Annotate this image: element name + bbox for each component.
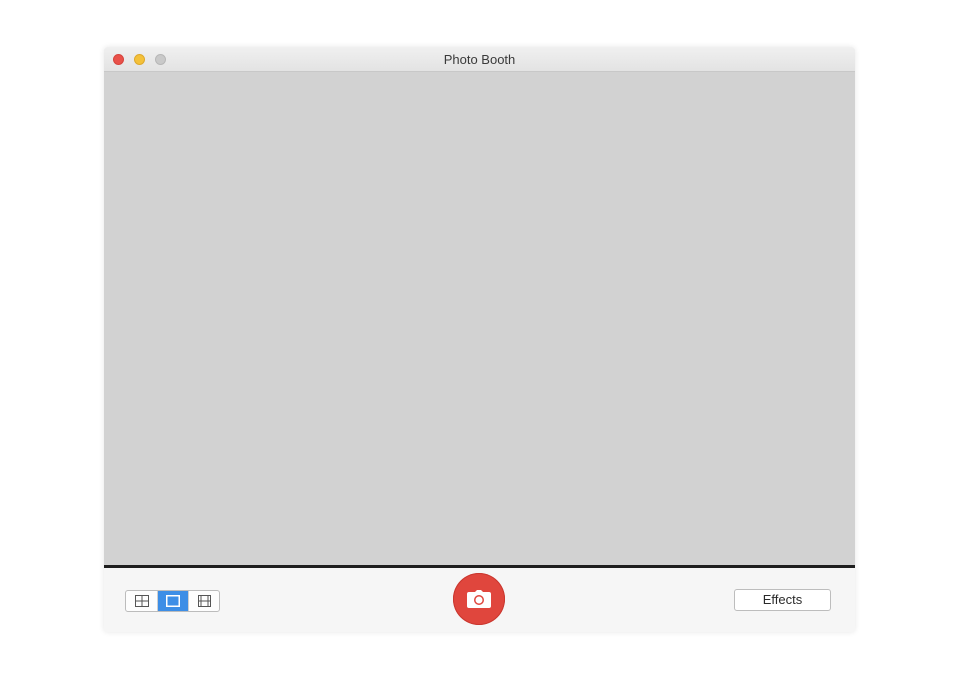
close-button[interactable] xyxy=(113,54,124,65)
photo-booth-window: Photo Booth Effects xyxy=(104,47,855,632)
single-frame-icon xyxy=(166,595,180,607)
film-strip-icon xyxy=(197,595,211,607)
effects-button[interactable]: Effects xyxy=(734,589,831,611)
video-mode-button[interactable] xyxy=(188,591,219,611)
grid-icon xyxy=(134,595,149,607)
camera-preview xyxy=(104,72,855,565)
title-bar[interactable]: Photo Booth xyxy=(104,47,855,72)
take-photo-button[interactable] xyxy=(453,573,505,625)
layout-mode-control xyxy=(125,590,220,612)
zoom-button[interactable] xyxy=(155,54,166,65)
window-title: Photo Booth xyxy=(443,52,516,67)
four-up-mode-button[interactable] xyxy=(126,591,157,611)
minimize-button[interactable] xyxy=(134,54,145,65)
bottom-toolbar: Effects xyxy=(104,568,855,632)
camera-icon xyxy=(467,590,491,608)
single-photo-mode-button[interactable] xyxy=(157,591,188,611)
